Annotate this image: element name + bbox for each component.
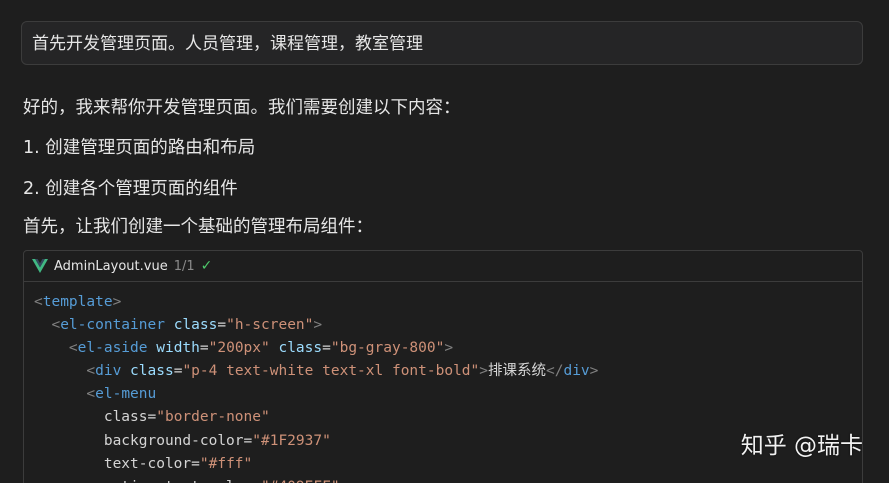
code-block: AdminLayout.vue 1/1 ✓ <template> <el-con… xyxy=(23,250,863,483)
step-item: 1. 创建管理页面的路由和布局 xyxy=(23,138,256,158)
code-block-header[interactable]: AdminLayout.vue 1/1 ✓ xyxy=(24,251,862,282)
code-line: <el-aside width="200px" class="bg-gray-8… xyxy=(68,340,454,357)
assistant-intro: 好的，我来帮你开发管理页面。我们需要创建以下内容： xyxy=(23,98,461,118)
code-line: <div class="p-4 text-white text-xl font-… xyxy=(86,363,599,380)
code-content: <template> <el-container class="h-screen… xyxy=(24,282,862,483)
code-line: background-color="#1F2937" xyxy=(34,432,331,449)
vue-logo-icon xyxy=(32,259,48,273)
assistant-lead: 首先，让我们创建一个基础的管理布局组件： xyxy=(23,217,373,237)
user-message: 首先开发管理页面。人员管理，课程管理，教室管理 xyxy=(21,21,863,65)
code-line: <el-container class="h-screen"> xyxy=(51,317,323,334)
file-count: 1/1 xyxy=(173,258,195,274)
code-line: <el-menu xyxy=(86,386,157,403)
check-icon: ✓ xyxy=(200,258,213,274)
step-item: 2. 创建各个管理页面的组件 xyxy=(23,179,238,199)
code-line: class="border-none" xyxy=(34,409,270,426)
watermark: 知乎 @瑞卡 xyxy=(740,433,863,459)
chat-view: 首先开发管理页面。人员管理，课程管理，教室管理 好的，我来帮你开发管理页面。我们… xyxy=(0,0,889,483)
code-line: active-text-color="#409EFF" xyxy=(34,476,862,483)
code-line: <template> xyxy=(34,294,122,310)
file-name[interactable]: AdminLayout.vue xyxy=(54,259,168,274)
code-line: text-color="#fff" xyxy=(34,455,253,472)
